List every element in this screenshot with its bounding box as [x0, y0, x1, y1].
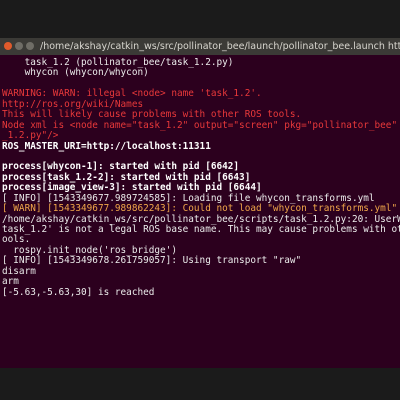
maximize-window-icon[interactable] — [26, 42, 34, 50]
screen-frame: /home/akshay/catkin_ws/src/pollinator_be… — [0, 0, 400, 400]
terminal-line: task_1.2' is not a legal ROS base name. … — [2, 224, 400, 235]
terminal-lines: task_1.2 (pollinator_bee/task_1.2.py) wh… — [0, 55, 400, 298]
terminal-line: _1.2.py"/> — [2, 130, 59, 142]
terminal-line: Node xml is <node name="task_1.2" output… — [2, 119, 398, 131]
terminal-output[interactable]: task_1.2 (pollinator_bee/task_1.2.py) wh… — [0, 55, 400, 368]
terminal-line: [ WARN] [1543349677.989862243]: Could no… — [2, 203, 398, 215]
terminal-line: disarm — [2, 265, 36, 277]
window-title: /home/akshay/catkin_ws/src/pollinator_be… — [40, 41, 400, 52]
terminal-line: [-5.63,-5.63,30] is reached — [2, 286, 155, 298]
terminal-title-bar[interactable]: /home/akshay/catkin_ws/src/pollinator_be… — [0, 38, 400, 55]
close-window-icon[interactable] — [4, 42, 12, 50]
terminal-line: [ INFO] [1543349678.261759057]: Using tr… — [2, 255, 302, 267]
terminal-line: whycon (whycon/whycon) — [2, 67, 149, 79]
bottom-letterbox — [0, 368, 400, 400]
minimize-window-icon[interactable] — [15, 42, 23, 50]
terminal-line: ROS_MASTER_URI=http://localhost:11311 — [2, 140, 211, 152]
